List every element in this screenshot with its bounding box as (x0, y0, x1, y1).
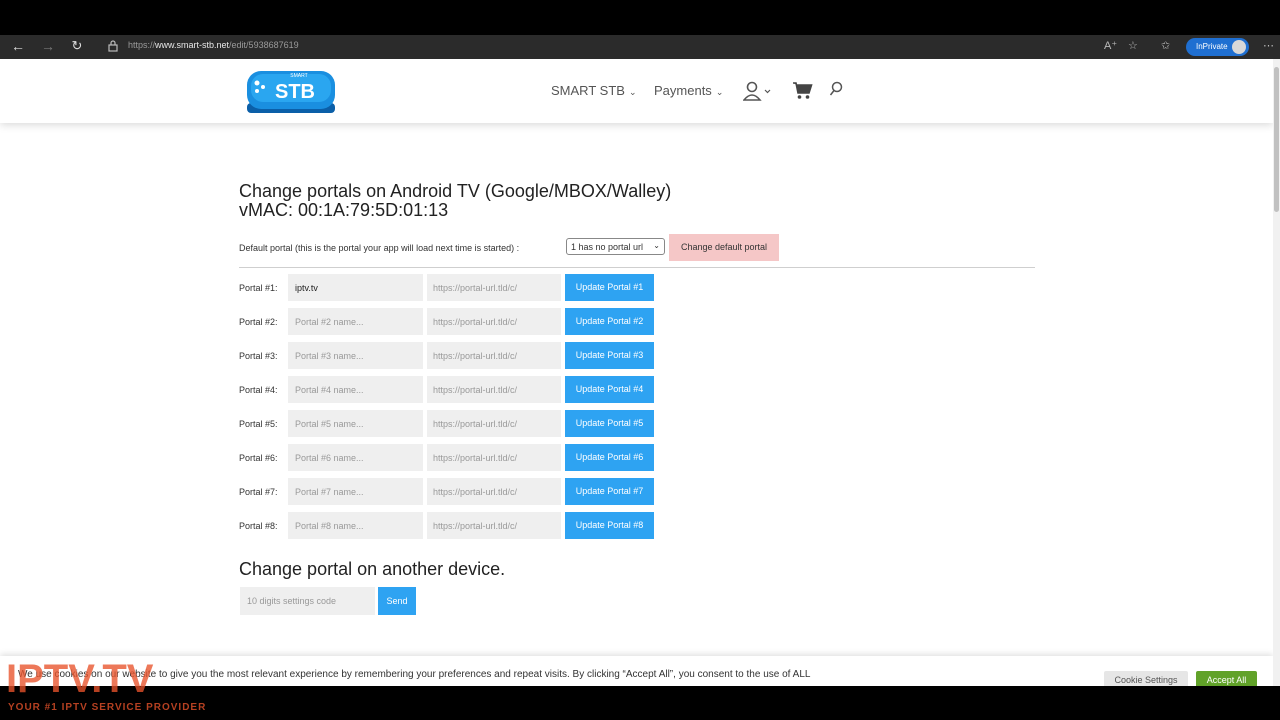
chevron-down-icon: ⌄ (715, 87, 724, 97)
update-portal-button[interactable]: Update Portal #5 (565, 410, 654, 437)
portal-url-input[interactable]: https://portal-url.tld/c/ (427, 410, 561, 437)
portal-label: Portal #6: (239, 453, 278, 463)
default-portal-label: Default portal (this is the portal your … (239, 243, 520, 253)
lock-icon (108, 40, 118, 52)
portal-url-placeholder: https://portal-url.tld/c/ (433, 453, 518, 463)
logo-top-text: SMART (290, 73, 307, 79)
portal-name-placeholder: Portal #8 name... (295, 521, 364, 531)
portal-label: Portal #5: (239, 419, 278, 429)
portal-label: Portal #1: (239, 283, 278, 293)
portal-name-input[interactable]: Portal #8 name... (288, 512, 423, 539)
update-portal-button[interactable]: Update Portal #8 (565, 512, 654, 539)
portal-url-placeholder: https://portal-url.tld/c/ (433, 283, 518, 293)
watermark-tagline: YOUR #1 IPTV SERVICE PROVIDER (8, 702, 206, 713)
profile-avatar (1232, 40, 1246, 54)
url-scheme: https:// (128, 40, 156, 50)
send-button[interactable]: Send (378, 587, 416, 615)
inprivate-badge[interactable]: InPrivate (1186, 38, 1249, 56)
portal-name-input[interactable]: Portal #6 name... (288, 444, 423, 471)
portal-label: Portal #8: (239, 521, 278, 531)
accept-all-button[interactable]: Accept All (1196, 671, 1257, 686)
menu-payments-label: Payments (654, 83, 712, 98)
portal-name-input[interactable]: Portal #5 name... (288, 410, 423, 437)
other-device-heading: Change portal on another device. (239, 559, 506, 579)
iptv-watermark-logo: IPTV.TV YOUR #1 IPTV SERVICE PROVIDER (6, 657, 206, 713)
watermark-brand: IPTV.TV (6, 657, 154, 701)
portal-name-input[interactable]: Portal #7 name... (288, 478, 423, 505)
back-icon[interactable]: ← (9, 38, 27, 54)
portal-name-placeholder: Portal #4 name... (295, 385, 364, 395)
portal-url-placeholder: https://portal-url.tld/c/ (433, 419, 518, 429)
address-bar[interactable]: https://www.smart-stb.net/edit/593868761… (128, 40, 299, 50)
smart-stb-logo[interactable]: SMART STB (245, 67, 337, 115)
search-icon[interactable] (829, 81, 843, 97)
portal-name-placeholder: Portal #2 name... (295, 317, 364, 327)
portal-url-input[interactable]: https://portal-url.tld/c/ (427, 376, 561, 403)
web-page: SMART STB SMART STB ⌄ Payments ⌄ Change po… (0, 59, 1280, 686)
refresh-icon[interactable]: ↻ (68, 38, 86, 54)
menu-smart-stb[interactable]: SMART STB ⌄ (551, 83, 636, 98)
portal-url-placeholder: https://portal-url.tld/c/ (433, 317, 518, 327)
default-portal-select[interactable]: 1 has no portal url ⌄ (566, 238, 665, 255)
portal-label: Portal #2: (239, 317, 278, 327)
update-portal-button[interactable]: Update Portal #2 (565, 308, 654, 335)
portal-url-placeholder: https://portal-url.tld/c/ (433, 487, 518, 497)
divider (239, 267, 1035, 268)
url-path: /edit/5938687619 (229, 40, 299, 50)
user-account-icon[interactable] (743, 81, 771, 101)
favorite-star-icon[interactable]: ☆ (1128, 39, 1138, 52)
settings-code-input[interactable]: 10 digits settings code (240, 587, 375, 615)
portal-name-placeholder: Portal #7 name... (295, 487, 364, 497)
portal-label: Portal #7: (239, 487, 278, 497)
portal-name-input[interactable]: iptv.tv (288, 274, 423, 301)
update-portal-button[interactable]: Update Portal #3 (565, 342, 654, 369)
portal-name-value: iptv.tv (295, 283, 318, 293)
browser-toolbar: ← → ↻ https://www.smart-stb.net/edit/593… (0, 35, 1280, 59)
chevron-down-icon: ⌄ (628, 87, 637, 97)
site-header: SMART STB SMART STB ⌄ Payments ⌄ (0, 59, 1273, 123)
menu-smart-stb-label: SMART STB (551, 83, 625, 98)
menu-payments[interactable]: Payments ⌄ (654, 83, 723, 98)
portal-name-placeholder: Portal #6 name... (295, 453, 364, 463)
portal-url-input[interactable]: https://portal-url.tld/c/ (427, 478, 561, 505)
update-portal-button[interactable]: Update Portal #7 (565, 478, 654, 505)
page-scrollbar[interactable] (1273, 59, 1280, 686)
vmac-address: vMAC: 00:1A:79:5D:01:13 (239, 200, 449, 220)
portal-url-placeholder: https://portal-url.tld/c/ (433, 521, 518, 531)
portal-name-input[interactable]: Portal #4 name... (288, 376, 423, 403)
portal-name-input[interactable]: Portal #2 name... (288, 308, 423, 335)
page-title-line: Change portals on Android TV (Google/MBO… (239, 181, 672, 201)
portal-url-placeholder: https://portal-url.tld/c/ (433, 351, 518, 361)
cart-icon[interactable] (792, 81, 813, 100)
portal-url-placeholder: https://portal-url.tld/c/ (433, 385, 518, 395)
scrollbar-thumb[interactable] (1274, 67, 1279, 212)
portal-url-input[interactable]: https://portal-url.tld/c/ (427, 274, 561, 301)
portal-label: Portal #3: (239, 351, 278, 361)
portal-name-input[interactable]: Portal #3 name... (288, 342, 423, 369)
default-portal-value: 1 has no portal url (571, 242, 644, 252)
inprivate-label: InPrivate (1196, 42, 1228, 51)
update-portal-button[interactable]: Update Portal #6 (565, 444, 654, 471)
forward-icon[interactable]: → (39, 38, 57, 54)
settings-code-placeholder: 10 digits settings code (247, 596, 337, 606)
portal-url-input[interactable]: https://portal-url.tld/c/ (427, 308, 561, 335)
update-portal-button[interactable]: Update Portal #4 (565, 376, 654, 403)
chevron-down-icon: ⌄ (653, 241, 660, 250)
portal-url-input[interactable]: https://portal-url.tld/c/ (427, 444, 561, 471)
portal-url-input[interactable]: https://portal-url.tld/c/ (427, 512, 561, 539)
logo-text: STB (275, 81, 315, 103)
read-aloud-icon[interactable]: A⁺ (1104, 39, 1117, 52)
update-portal-button[interactable]: Update Portal #1 (565, 274, 654, 301)
more-options-icon[interactable]: ⋯ (1263, 39, 1274, 52)
change-default-portal-button[interactable]: Change default portal (669, 234, 779, 261)
portal-name-placeholder: Portal #5 name... (295, 419, 364, 429)
favorites-icon[interactable]: ✩ (1161, 39, 1170, 52)
page-title: Change portals on Android TV (Google/MBO… (239, 182, 671, 220)
url-host: www.smart-stb.net (155, 40, 230, 50)
portal-url-input[interactable]: https://portal-url.tld/c/ (427, 342, 561, 369)
video-top-letterbox (0, 0, 1280, 35)
cookie-settings-button[interactable]: Cookie Settings (1104, 671, 1188, 686)
portal-label: Portal #4: (239, 385, 278, 395)
portal-name-placeholder: Portal #3 name... (295, 351, 364, 361)
